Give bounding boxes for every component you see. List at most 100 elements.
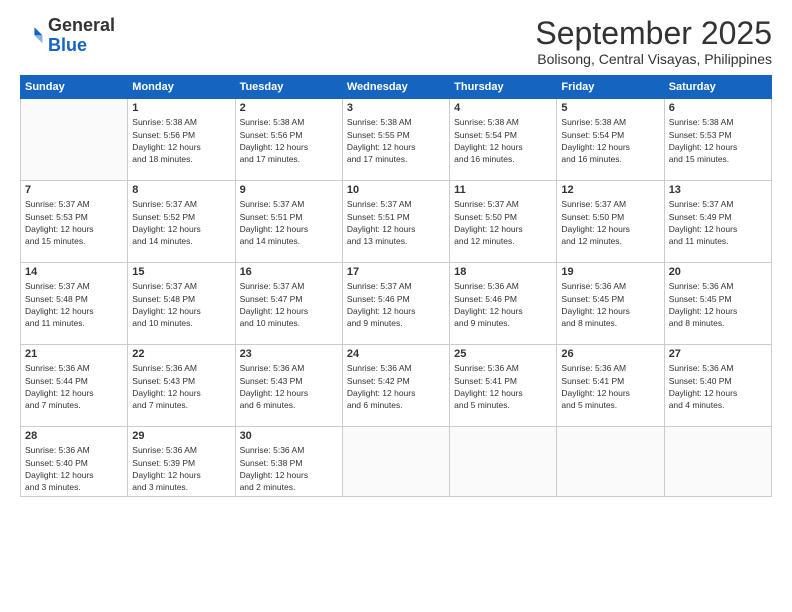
day-info: Sunrise: 5:36 AM Sunset: 5:39 PM Dayligh…: [132, 444, 230, 493]
day-number: 7: [25, 184, 123, 196]
day-number: 19: [561, 266, 659, 278]
day-info: Sunrise: 5:38 AM Sunset: 5:56 PM Dayligh…: [132, 116, 230, 165]
weekday-header-sunday: Sunday: [21, 76, 128, 99]
calendar-cell: 2 Sunrise: 5:38 AM Sunset: 5:56 PM Daylig…: [235, 99, 342, 181]
day-info: Sunrise: 5:36 AM Sunset: 5:46 PM Dayligh…: [454, 280, 552, 329]
day-info: Sunrise: 5:36 AM Sunset: 5:45 PM Dayligh…: [561, 280, 659, 329]
header: General Blue September 2025 Bolisong, Ce…: [20, 16, 772, 67]
day-number: 15: [132, 266, 230, 278]
month-title: September 2025: [535, 16, 772, 51]
day-info: Sunrise: 5:38 AM Sunset: 5:56 PM Dayligh…: [240, 116, 338, 165]
day-info: Sunrise: 5:37 AM Sunset: 5:52 PM Dayligh…: [132, 198, 230, 247]
calendar-cell: [342, 427, 449, 497]
logo-general-text: General: [48, 15, 115, 35]
day-number: 30: [240, 430, 338, 442]
day-number: 12: [561, 184, 659, 196]
calendar-cell: 10 Sunrise: 5:37 AM Sunset: 5:51 PM Dayli…: [342, 181, 449, 263]
day-info: Sunrise: 5:37 AM Sunset: 5:47 PM Dayligh…: [240, 280, 338, 329]
day-number: 9: [240, 184, 338, 196]
day-info: Sunrise: 5:36 AM Sunset: 5:45 PM Dayligh…: [669, 280, 767, 329]
calendar-cell: 24 Sunrise: 5:36 AM Sunset: 5:42 PM Dayli…: [342, 345, 449, 427]
calendar-cell: 21 Sunrise: 5:36 AM Sunset: 5:44 PM Dayli…: [21, 345, 128, 427]
day-info: Sunrise: 5:37 AM Sunset: 5:50 PM Dayligh…: [561, 198, 659, 247]
day-number: 14: [25, 266, 123, 278]
calendar-cell: 19 Sunrise: 5:36 AM Sunset: 5:45 PM Dayli…: [557, 263, 664, 345]
calendar-cell: 3 Sunrise: 5:38 AM Sunset: 5:55 PM Daylig…: [342, 99, 449, 181]
day-info: Sunrise: 5:37 AM Sunset: 5:49 PM Dayligh…: [669, 198, 767, 247]
day-number: 26: [561, 348, 659, 360]
weekday-header-wednesday: Wednesday: [342, 76, 449, 99]
day-info: Sunrise: 5:37 AM Sunset: 5:51 PM Dayligh…: [347, 198, 445, 247]
weekday-header-friday: Friday: [557, 76, 664, 99]
day-number: 17: [347, 266, 445, 278]
day-info: Sunrise: 5:36 AM Sunset: 5:40 PM Dayligh…: [25, 444, 123, 493]
day-info: Sunrise: 5:37 AM Sunset: 5:46 PM Dayligh…: [347, 280, 445, 329]
day-info: Sunrise: 5:36 AM Sunset: 5:43 PM Dayligh…: [240, 362, 338, 411]
day-number: 13: [669, 184, 767, 196]
week-row-2: 7 Sunrise: 5:37 AM Sunset: 5:53 PM Daylig…: [21, 181, 772, 263]
weekday-header-monday: Monday: [128, 76, 235, 99]
calendar-cell: 18 Sunrise: 5:36 AM Sunset: 5:46 PM Dayli…: [450, 263, 557, 345]
calendar-cell: 1Sunrise: 5:38 AM Sunset: 5:56 PM Daylig…: [128, 99, 235, 181]
calendar-cell: 9Sunrise: 5:37 AM Sunset: 5:51 PM Daylig…: [235, 181, 342, 263]
day-info: Sunrise: 5:36 AM Sunset: 5:42 PM Dayligh…: [347, 362, 445, 411]
calendar-cell: 12 Sunrise: 5:37 AM Sunset: 5:50 PM Dayli…: [557, 181, 664, 263]
day-number: 10: [347, 184, 445, 196]
calendar-cell: 6Sunrise: 5:38 AM Sunset: 5:53 PM Daylig…: [664, 99, 771, 181]
calendar-cell: 5 Sunrise: 5:38 AM Sunset: 5:54 PM Daylig…: [557, 99, 664, 181]
day-info: Sunrise: 5:37 AM Sunset: 5:53 PM Dayligh…: [25, 198, 123, 247]
calendar-cell: 20Sunrise: 5:36 AM Sunset: 5:45 PM Dayli…: [664, 263, 771, 345]
day-info: Sunrise: 5:38 AM Sunset: 5:54 PM Dayligh…: [454, 116, 552, 165]
week-row-5: 28Sunrise: 5:36 AM Sunset: 5:40 PM Dayli…: [21, 427, 772, 497]
day-number: 22: [132, 348, 230, 360]
calendar: SundayMondayTuesdayWednesdayThursdayFrid…: [20, 75, 772, 497]
day-number: 3: [347, 102, 445, 114]
calendar-cell: 22 Sunrise: 5:36 AM Sunset: 5:43 PM Dayli…: [128, 345, 235, 427]
weekday-header-tuesday: Tuesday: [235, 76, 342, 99]
weekday-header-row: SundayMondayTuesdayWednesdayThursdayFrid…: [21, 76, 772, 99]
weekday-header-thursday: Thursday: [450, 76, 557, 99]
day-info: Sunrise: 5:36 AM Sunset: 5:40 PM Dayligh…: [669, 362, 767, 411]
day-number: 24: [347, 348, 445, 360]
calendar-cell: 13 Sunrise: 5:37 AM Sunset: 5:49 PM Dayli…: [664, 181, 771, 263]
day-info: Sunrise: 5:36 AM Sunset: 5:44 PM Dayligh…: [25, 362, 123, 411]
logo-icon: [20, 24, 44, 48]
calendar-cell: 16 Sunrise: 5:37 AM Sunset: 5:47 PM Dayli…: [235, 263, 342, 345]
day-info: Sunrise: 5:36 AM Sunset: 5:43 PM Dayligh…: [132, 362, 230, 411]
day-info: Sunrise: 5:37 AM Sunset: 5:48 PM Dayligh…: [25, 280, 123, 329]
day-number: 4: [454, 102, 552, 114]
day-info: Sunrise: 5:36 AM Sunset: 5:41 PM Dayligh…: [454, 362, 552, 411]
day-info: Sunrise: 5:38 AM Sunset: 5:53 PM Dayligh…: [669, 116, 767, 165]
day-number: 21: [25, 348, 123, 360]
day-number: 11: [454, 184, 552, 196]
day-info: Sunrise: 5:37 AM Sunset: 5:50 PM Dayligh…: [454, 198, 552, 247]
calendar-cell: 30 Sunrise: 5:36 AM Sunset: 5:38 PM Dayli…: [235, 427, 342, 497]
day-number: 16: [240, 266, 338, 278]
calendar-cell: 28Sunrise: 5:36 AM Sunset: 5:40 PM Dayli…: [21, 427, 128, 497]
calendar-cell: 11 Sunrise: 5:37 AM Sunset: 5:50 PM Dayli…: [450, 181, 557, 263]
calendar-cell: 17 Sunrise: 5:37 AM Sunset: 5:46 PM Dayli…: [342, 263, 449, 345]
location: Bolisong, Central Visayas, Philippines: [535, 51, 772, 67]
calendar-cell: 29 Sunrise: 5:36 AM Sunset: 5:39 PM Dayli…: [128, 427, 235, 497]
day-number: 8: [132, 184, 230, 196]
calendar-cell: 25Sunrise: 5:36 AM Sunset: 5:41 PM Dayli…: [450, 345, 557, 427]
calendar-cell: 4 Sunrise: 5:38 AM Sunset: 5:54 PM Daylig…: [450, 99, 557, 181]
calendar-cell: [21, 99, 128, 181]
calendar-cell: [664, 427, 771, 497]
page: General Blue September 2025 Bolisong, Ce…: [0, 0, 792, 612]
day-number: 5: [561, 102, 659, 114]
day-info: Sunrise: 5:37 AM Sunset: 5:48 PM Dayligh…: [132, 280, 230, 329]
day-number: 2: [240, 102, 338, 114]
week-row-3: 14 Sunrise: 5:37 AM Sunset: 5:48 PM Dayli…: [21, 263, 772, 345]
day-info: Sunrise: 5:36 AM Sunset: 5:38 PM Dayligh…: [240, 444, 338, 493]
day-info: Sunrise: 5:38 AM Sunset: 5:55 PM Dayligh…: [347, 116, 445, 165]
logo-blue-text: Blue: [48, 35, 87, 55]
calendar-cell: 14 Sunrise: 5:37 AM Sunset: 5:48 PM Dayli…: [21, 263, 128, 345]
calendar-cell: 8 Sunrise: 5:37 AM Sunset: 5:52 PM Daylig…: [128, 181, 235, 263]
calendar-cell: 26Sunrise: 5:36 AM Sunset: 5:41 PM Dayli…: [557, 345, 664, 427]
day-number: 18: [454, 266, 552, 278]
day-number: 29: [132, 430, 230, 442]
weekday-header-saturday: Saturday: [664, 76, 771, 99]
calendar-cell: 15 Sunrise: 5:37 AM Sunset: 5:48 PM Dayli…: [128, 263, 235, 345]
day-info: Sunrise: 5:38 AM Sunset: 5:54 PM Dayligh…: [561, 116, 659, 165]
